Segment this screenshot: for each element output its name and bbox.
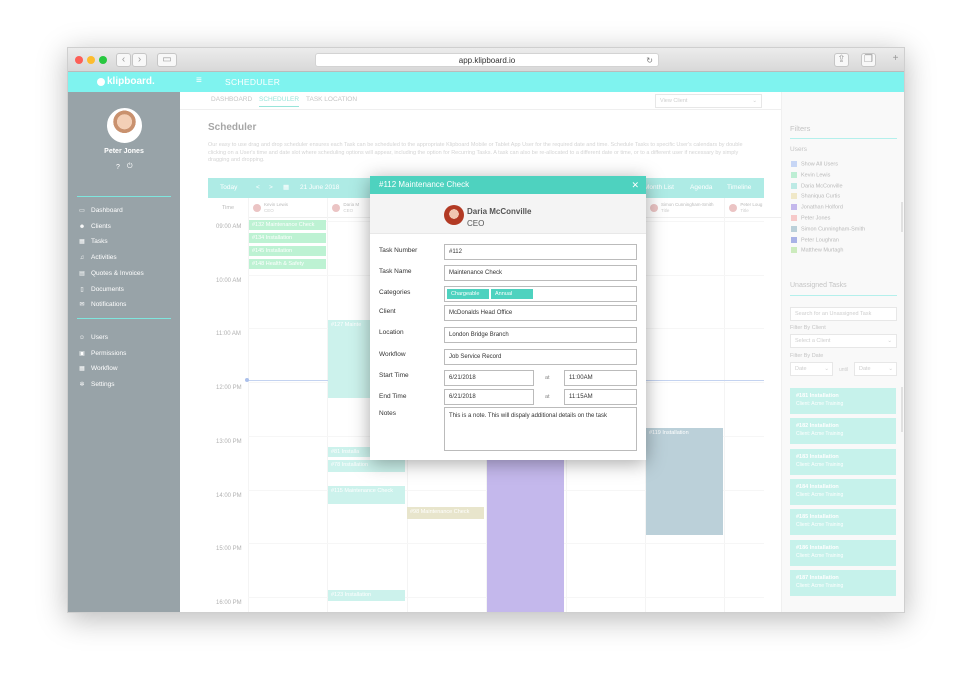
close-window-dot[interactable] [75,56,83,64]
sidebar-item-label: Notifications [91,301,127,309]
section-title: SCHEDULER [225,77,281,87]
sidebar-item-permissions[interactable]: ▣ Permissions [77,348,172,360]
start-date-field[interactable]: 6/21/2018 [444,370,534,386]
back-icon[interactable]: ‹ [116,53,131,67]
close-icon[interactable]: ✕ [631,176,639,194]
sidebar: Peter Jones ? ⏻ ▭ Dashboard ☻ Clients ▦ Tasks… [68,92,180,612]
clients-icon: ☻ [78,223,86,230]
end-time-label: End Time [379,393,407,400]
at-label: at [545,394,550,400]
sidebar-item-label: Workflow [91,365,118,373]
sidebar-item-workflow[interactable]: ▦ Workflow [77,363,172,375]
users-icon: ☺ [78,335,86,341]
end-date-field[interactable]: 6/21/2018 [444,389,534,405]
sidebar-toggle-icon[interactable]: ▭ [157,53,177,67]
modal-profile: Daria McConville CEO [370,194,646,234]
document-icon: ▯ [80,286,84,293]
gear-icon: ✲ [79,382,85,389]
workflow-icon: ▦ [79,366,85,373]
sidebar-item-activities[interactable]: ♫ Activities [77,252,172,264]
task-number-label: Task Number [379,247,418,254]
lock-icon: ▣ [79,350,85,357]
share-icon[interactable]: ⇪ [834,53,849,67]
sidebar-divider [77,318,171,319]
url-text: app.klipboard.io [458,56,516,65]
invoice-icon: ▤ [79,270,85,277]
klipboard-logo-icon [97,78,105,86]
power-icon[interactable]: ⏻ [127,163,133,171]
sidebar-item-documents[interactable]: ▯ Documents [77,284,172,296]
workflow-field[interactable]: Job Service Record [444,349,637,365]
sidebar-item-quotes-invoices[interactable]: ▤ Quotes & Invoices [77,268,172,280]
sidebar-item-label: Dashboard [91,207,123,214]
sidebar-item-label: Settings [91,381,115,389]
modal-header: #112 Maintenance Check ✕ [370,176,646,194]
sidebar-item-label: Users [91,334,108,341]
client-label: Client [379,308,396,315]
category-chip[interactable]: Annual [491,289,533,299]
minimize-window-dot[interactable] [87,56,95,64]
task-modal: #112 Maintenance Check ✕ Daria McConvill… [370,176,646,460]
monitor-icon: ▭ [79,208,85,214]
calendar-icon: ▦ [79,239,85,246]
menu-icon[interactable]: ≡ [196,75,202,86]
tabs-icon[interactable]: ❐ [861,53,876,67]
notes-label: Notes [379,410,396,417]
categories-label: Categories [379,289,411,296]
sidebar-item-notifications[interactable]: ✉ Notifications [77,299,172,311]
client-field[interactable]: McDonalds Head Office [444,305,637,321]
start-time-label: Start Time [379,372,409,379]
task-name-label: Task Name [379,268,412,275]
location-field[interactable]: London Bridge Branch [444,327,637,343]
user-name: Peter Jones [104,148,144,155]
sidebar-item-label: Permissions [91,349,127,357]
avatar [444,205,464,225]
assignee-role: CEO [467,219,485,228]
app-header: klipboard. ≡ SCHEDULER [68,72,904,92]
sidebar-item-clients[interactable]: ☻ Clients [77,221,172,233]
sidebar-item-settings[interactable]: ✲ Settings [77,379,172,391]
notification-icon: ✉ [79,302,85,309]
sidebar-item-label: Activities [91,254,117,262]
task-name-field[interactable]: Maintenance Check [444,265,637,281]
address-bar[interactable]: app.klipboard.io ↻ [315,53,659,67]
task-number-field[interactable]: #112 [444,244,637,260]
maximize-window-dot[interactable] [99,56,107,64]
assignee-name: Daria McConville [467,207,532,216]
sidebar-item-dashboard[interactable]: ▭ Dashboard [77,205,172,217]
sidebar-item-tasks[interactable]: ▦ Tasks [77,236,172,248]
bell-icon: ♫ [79,255,85,262]
avatar[interactable] [107,108,142,143]
brand-logo[interactable]: klipboard. [107,76,155,87]
sidebar-item-label: Documents [91,285,124,293]
new-tab-icon[interactable]: + [888,53,903,67]
sidebar-item-label: Tasks [91,238,108,246]
notes-field[interactable]: This is a note. This will dispaly additi… [444,407,637,451]
at-label: at [545,375,550,381]
sidebar-item-label: Quotes & Invoices [91,269,144,277]
forward-icon[interactable]: › [132,53,147,67]
browser-titlebar: ‹ › ▭ app.klipboard.io ↻ ⇪ ❐ + [68,48,904,72]
sidebar-divider [77,196,171,197]
start-time-field[interactable]: 11:00AM [564,370,637,386]
sidebar-item-label: Clients [91,222,111,230]
reload-icon[interactable]: ↻ [646,54,653,67]
modal-title: #112 Maintenance Check [379,180,470,189]
help-icon[interactable]: ? [116,164,120,171]
workflow-label: Workflow [379,351,406,358]
category-chip[interactable]: Chargeable [447,289,489,299]
end-time-field[interactable]: 11:15AM [564,389,637,405]
categories-field[interactable]: Chargeable Annual [444,286,637,302]
sidebar-item-users[interactable]: ☺ Users [77,332,172,344]
location-label: Location [379,329,404,336]
